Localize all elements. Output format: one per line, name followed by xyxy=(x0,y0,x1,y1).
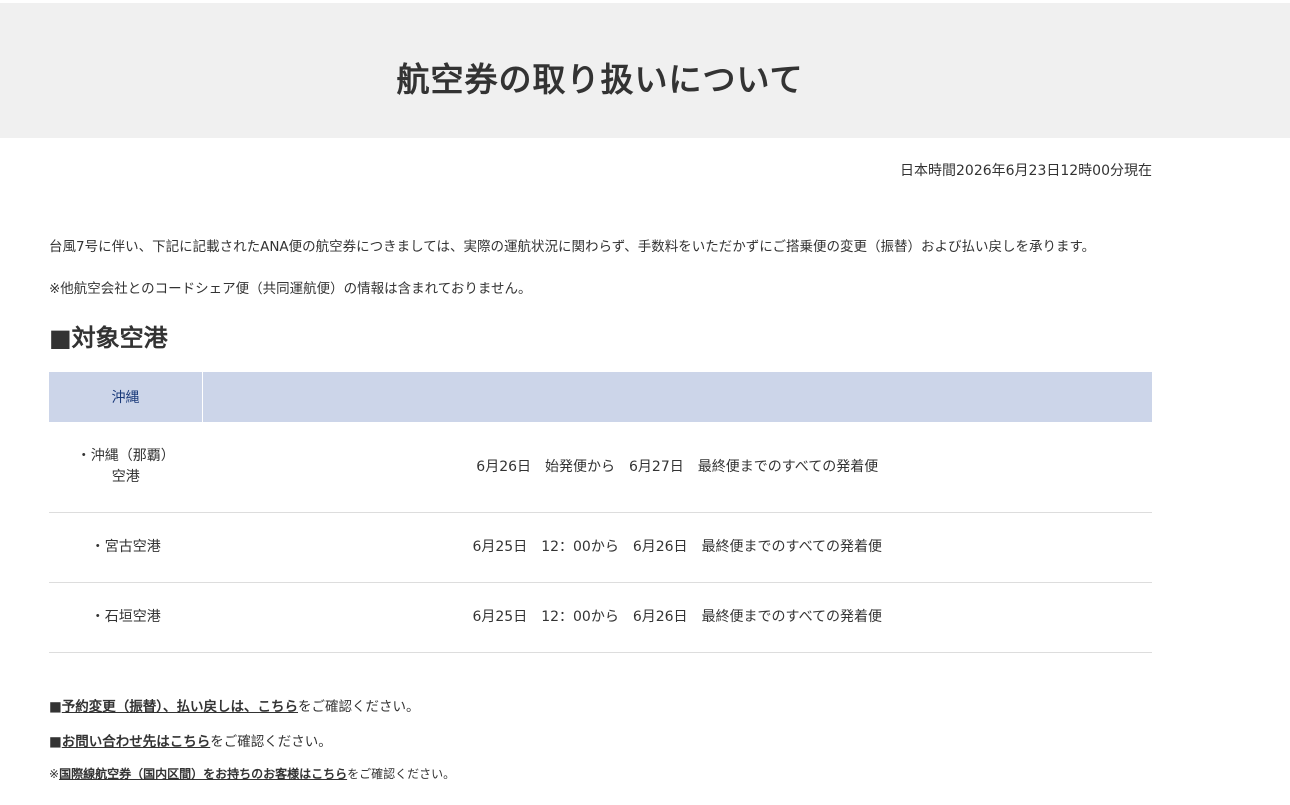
airport-name: ・宮古空港 xyxy=(90,539,161,555)
link-suffix: をご確認ください。 xyxy=(347,767,456,781)
international-ticket-link[interactable]: 国際線航空券（国内区間）をお持ちのお客様はこちら xyxy=(59,767,347,781)
airports-table: 沖縄 ・沖縄（那覇） 空港 6月26日 始発便から 6月27日 最終便までのすべ… xyxy=(49,372,1152,653)
link-suffix: をご確認ください。 xyxy=(298,699,420,715)
codeshare-note: ※他航空会社とのコードシェア便（共同運航便）の情報は含まれておりません。 xyxy=(49,281,532,297)
period-cell: 6月25日 12：00から 6月26日 最終便までのすべての発着便 xyxy=(202,582,1152,653)
table-header-row: 沖縄 xyxy=(49,372,1152,422)
link-suffix: をご確認ください。 xyxy=(210,734,332,750)
intro-text: 台風7号に伴い、下記に記載されたANA便の航空券につきましては、実際の運航状況に… xyxy=(49,239,1096,255)
contact-link[interactable]: お問い合わせ先はこちら xyxy=(62,734,211,750)
page-title: 航空券の取り扱いについて xyxy=(396,60,804,99)
period-cell: 6月26日 始発便から 6月27日 最終便までのすべての発着便 xyxy=(202,422,1152,513)
table-row: ・沖縄（那覇） 空港 6月26日 始発便から 6月27日 最終便までのすべての発… xyxy=(49,422,1152,513)
update-timestamp: 日本時間2026年6月23日12時00分現在 xyxy=(900,163,1152,179)
airport-cell: ・沖縄（那覇） 空港 xyxy=(49,422,203,513)
airport-name-cont: 空港 xyxy=(111,469,140,485)
airport-cell: ・石垣空港 xyxy=(49,582,203,653)
section-title: ■対象空港 xyxy=(49,324,168,352)
change-link-line: ■予約変更（振替）、払い戻しは、こちらをご確認ください。 xyxy=(49,695,420,715)
airport-name: ・沖縄（那覇） xyxy=(76,448,175,464)
change-refund-link[interactable]: 予約変更（振替）、払い戻しは、こちら xyxy=(62,699,298,715)
note-mark: ※ xyxy=(49,767,60,781)
region-header: 沖縄 xyxy=(49,372,203,422)
airport-name: ・石垣空港 xyxy=(90,609,161,625)
bullet: ■ xyxy=(49,734,62,750)
period-header xyxy=(202,372,1152,422)
page-header: 航空券の取り扱いについて xyxy=(0,3,1290,138)
airport-cell: ・宮古空港 xyxy=(49,512,203,583)
table-row: ・宮古空港 6月25日 12：00から 6月26日 最終便までのすべての発着便 xyxy=(49,512,1152,583)
bullet: ■ xyxy=(49,699,62,715)
period-cell: 6月25日 12：00から 6月26日 最終便までのすべての発着便 xyxy=(202,512,1152,583)
intl-link-line: ※国際線航空券（国内区間）をお持ちのお客様はこちらをご確認ください。 xyxy=(49,765,455,782)
table-row: ・石垣空港 6月25日 12：00から 6月26日 最終便までのすべての発着便 xyxy=(49,582,1152,653)
contact-link-line: ■お問い合わせ先はこちらをご確認ください。 xyxy=(49,730,332,750)
